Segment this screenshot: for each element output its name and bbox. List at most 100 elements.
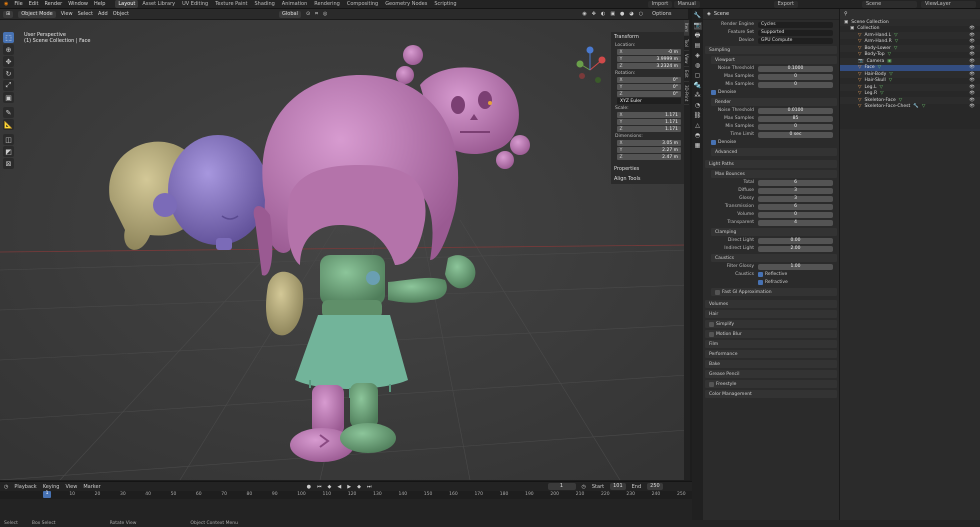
navigation-gizmo[interactable] [572, 40, 612, 90]
manual-button[interactable]: Manual [673, 1, 700, 8]
world-tab-icon[interactable]: ◍ [694, 62, 702, 70]
eye-icon[interactable]: 👁 [969, 52, 975, 57]
feature-set-dropdown[interactable]: Supported [758, 29, 833, 36]
menu-window[interactable]: Window [68, 1, 88, 7]
fast-gi-subpanel[interactable]: Fast GI Approximation [711, 288, 837, 296]
dimension-z-field[interactable]: Z 2.47 m [617, 154, 681, 160]
scene-selector[interactable]: Scene [862, 1, 917, 8]
location-z-field[interactable]: Z 3.2324 m [617, 63, 681, 69]
properties-subpanel[interactable]: Properties [611, 164, 684, 174]
select-tool-icon[interactable]: ⬚ [3, 32, 14, 43]
tab-scripting[interactable]: Scripting [431, 0, 459, 8]
editor-type-icon[interactable]: ⊞ [3, 10, 14, 18]
add-cube-tool-icon[interactable]: ◫ [3, 134, 14, 145]
motion-blur-panel[interactable]: Motion Blur [705, 330, 837, 338]
vp-max-field[interactable]: 0 [758, 73, 833, 80]
annotate-tool-icon[interactable]: ✎ [3, 107, 14, 118]
simplify-panel[interactable]: Simplify [705, 320, 837, 328]
performance-panel[interactable]: Performance [705, 350, 837, 358]
clamping-subpanel[interactable]: Clamping [711, 228, 837, 236]
extra-tool-icon[interactable]: ⊠ [3, 158, 14, 169]
snap-icon[interactable]: ⌗ [315, 11, 318, 17]
material-tab-icon[interactable]: ◓ [694, 132, 702, 140]
sampling-panel[interactable]: Sampling [705, 46, 837, 54]
import-button[interactable]: Import [647, 1, 673, 8]
tab-asset-library[interactable]: Asset Library [139, 0, 178, 8]
overlay-toggle-icon[interactable]: ◐ [601, 11, 605, 17]
eye-icon[interactable]: 👁 [969, 39, 975, 44]
prev-key-icon[interactable]: ◆ [328, 484, 332, 490]
location-y-field[interactable]: Y 3.9999 m [617, 56, 681, 62]
volume-field[interactable]: 0 [758, 211, 833, 218]
reflective-checkbox[interactable]: Reflective [758, 271, 787, 278]
device-dropdown[interactable]: GPU Compute [758, 37, 833, 44]
rotation-x-field[interactable]: X 0° [617, 77, 681, 83]
eye-icon[interactable]: 👁 [969, 85, 975, 90]
mode-dropdown[interactable]: Object Mode [18, 10, 56, 18]
color-management-panel[interactable]: Color Management [705, 390, 837, 398]
tool-tab-icon[interactable]: 🔧 [694, 12, 702, 20]
advanced-subpanel[interactable]: Advanced [711, 148, 837, 156]
blender-logo-icon[interactable]: ◉ [4, 1, 8, 7]
play-reverse-icon[interactable]: ◀ [337, 484, 341, 490]
orientation-dropdown[interactable]: Global [279, 10, 301, 18]
menu-help[interactable]: Help [94, 1, 105, 7]
object-menu[interactable]: Object [113, 11, 129, 17]
shading-solid-icon[interactable]: ● [620, 11, 624, 17]
light-paths-panel[interactable]: Light Paths [705, 160, 837, 168]
tab-rendering[interactable]: Rendering [311, 0, 343, 8]
playhead[interactable]: 1 [43, 491, 51, 498]
eye-icon[interactable]: 👁 [969, 72, 975, 77]
cursor-tool-icon[interactable]: ⊕ [3, 44, 14, 55]
object-tab-icon[interactable]: ▢ [694, 72, 702, 80]
menu-file[interactable]: File [14, 1, 22, 7]
gizmo-toggle-icon[interactable]: ✥ [592, 11, 596, 17]
tab-layout[interactable]: Layout [115, 0, 139, 8]
move-tool-icon[interactable]: ✥ [3, 56, 14, 67]
particles-tab-icon[interactable]: ⁂ [694, 92, 702, 100]
3d-viewport[interactable]: User Perspective (1) Scene Collection | … [0, 20, 688, 480]
eye-icon[interactable]: 👁 [969, 78, 975, 83]
constraints-tab-icon[interactable]: ⛓ [694, 112, 702, 120]
glossy-field[interactable]: 3 [758, 195, 833, 202]
export-button[interactable]: Export [773, 1, 798, 8]
menu-edit[interactable]: Edit [29, 1, 39, 7]
location-x-field[interactable]: X -0 m [617, 49, 681, 55]
timeline-editor-icon[interactable]: ◷ [4, 484, 8, 490]
jump-start-icon[interactable]: ⏮ [317, 484, 322, 490]
viewport-subpanel[interactable]: Viewport [711, 56, 837, 64]
diffuse-field[interactable]: 3 [758, 187, 833, 194]
options-button[interactable]: Options [652, 11, 671, 17]
preview-range-icon[interactable]: ◷ [582, 484, 586, 490]
scale-x-field[interactable]: X 1.171 [617, 112, 681, 118]
filter-icon[interactable]: ⚲ [844, 11, 848, 17]
render-engine-dropdown[interactable]: Cycles [758, 21, 833, 28]
total-field[interactable]: 6 [758, 179, 833, 186]
scale-z-field[interactable]: Z 1.171 [617, 126, 681, 132]
frame-ruler[interactable]: 1 10 20 30 40 50 60 70 80 90 100 110 120 130 140 150 16… [0, 491, 692, 499]
shading-material-icon[interactable]: ◕ [629, 11, 633, 17]
max-bounces-subpanel[interactable]: Max Bounces [711, 170, 837, 178]
transform-header[interactable]: Transform [611, 32, 684, 42]
volumes-panel[interactable]: Volumes [705, 300, 837, 308]
outliner-item-skeleton-face-chest[interactable]: ▽ Skeleton-Face-Chest 🔧 ▽ 👁 [840, 104, 980, 111]
view-layer-selector[interactable]: ViewLayer [921, 1, 976, 8]
freestyle-panel[interactable]: Freestyle [705, 380, 837, 388]
sidebar-tab-item[interactable]: Item [684, 20, 689, 37]
physics-tab-icon[interactable]: ◔ [694, 102, 702, 110]
transform-tool-icon[interactable]: ▣ [3, 92, 14, 103]
data-tab-icon[interactable]: △ [694, 122, 702, 130]
r-noise-field[interactable]: 0.0100 [758, 107, 833, 114]
timeline-view-menu[interactable]: View [65, 484, 77, 490]
jump-end-icon[interactable]: ⏭ [367, 484, 372, 490]
indirect-light-field[interactable]: 2.00 [758, 245, 833, 252]
dimension-x-field[interactable]: X 3.05 m [617, 140, 681, 146]
sidebar-tab-view[interactable]: View [684, 51, 689, 68]
caustics-subpanel[interactable]: Caustics [711, 254, 837, 262]
tab-compositing[interactable]: Compositing [344, 0, 381, 8]
end-frame-field[interactable]: 250 [647, 483, 663, 490]
film-panel[interactable]: Film [705, 340, 837, 348]
view-layer-tab-icon[interactable]: ▤ [694, 42, 702, 50]
render-subpanel[interactable]: Render [711, 98, 837, 106]
eye-icon[interactable]: 👁 [969, 26, 975, 31]
